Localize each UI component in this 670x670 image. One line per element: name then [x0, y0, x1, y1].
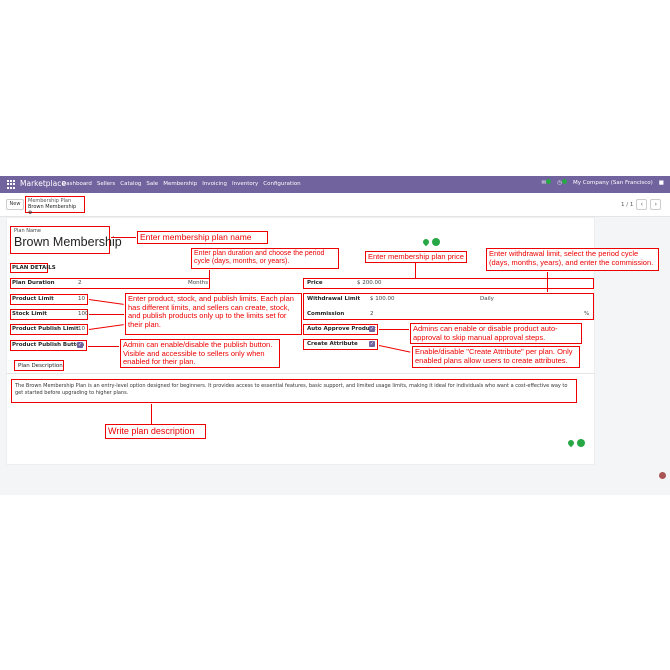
main-nav: Dashboard Sellers Catalog Sale Membershi…	[62, 181, 301, 187]
gear-icon[interactable]: ⚙	[28, 210, 32, 216]
annotation-limits: Enter product, stock, and publish limits…	[125, 293, 302, 335]
annotation-auto-approve: Admins can enable or disable product aut…	[410, 323, 582, 344]
chat-icon[interactable]: ✉	[542, 179, 552, 186]
arrow-auto-approve	[379, 329, 409, 330]
annotation-publish-button: Admin can enable/disable the publish but…	[120, 339, 280, 368]
product-publish-limit-input[interactable]: 10	[78, 326, 85, 332]
stock-limit-input[interactable]: 100	[78, 311, 89, 317]
nav-inventory[interactable]: Inventory	[232, 181, 258, 187]
arrow-publish	[88, 346, 119, 347]
arrow-name	[111, 237, 136, 238]
price-input[interactable]: $ 200.00	[357, 280, 382, 286]
nav-sellers[interactable]: Sellers	[97, 181, 115, 187]
pager: 1 / 1 ‹ ›	[621, 199, 662, 210]
withdrawal-limit-input[interactable]: $ 100.00	[370, 296, 395, 302]
nav-configuration[interactable]: Configuration	[263, 181, 300, 187]
product-publish-button-label: Product Publish Button	[12, 342, 84, 348]
apps-menu-icon[interactable]	[7, 180, 16, 189]
auto-approve-checkbox[interactable]: ✓	[369, 326, 375, 332]
product-publish-limit-label: Product Publish Limit	[12, 326, 79, 332]
price-label: Price	[307, 280, 323, 286]
annotation-description: Write plan description	[105, 424, 206, 439]
create-attribute-label: Create Attribute	[307, 341, 358, 347]
plan-name-input[interactable]: Brown Membership	[14, 235, 122, 249]
withdrawal-period-select[interactable]: Daily	[480, 296, 494, 302]
annotation-duration: Enter plan duration and choose the perio…	[191, 248, 339, 269]
plan-name-label: Plan Name	[14, 228, 41, 234]
chat-bubble-icon-bottom	[577, 439, 585, 447]
create-attribute-checkbox[interactable]: ✓	[369, 341, 375, 347]
annotation-create-attribute: Enable/disable "Create Attribute" per pl…	[412, 346, 580, 368]
annotation-name: Enter membership plan name	[137, 231, 268, 244]
nav-invoicing[interactable]: Invoicing	[202, 181, 227, 187]
tab-separator	[6, 373, 595, 374]
nav-membership[interactable]: Membership	[163, 181, 197, 187]
commission-label: Commission	[307, 311, 345, 317]
breadcrumb-current: Brown Membership	[28, 204, 77, 210]
plan-duration-label: Plan Duration	[12, 280, 55, 286]
new-button[interactable]: New	[6, 199, 24, 210]
product-limit-input[interactable]: 10	[78, 296, 85, 302]
control-panel: New Membership Plan Brown Membership ⚙ 1…	[0, 193, 670, 217]
pager-prev-icon[interactable]: ‹	[636, 199, 648, 210]
app-brand[interactable]: Marketplace	[20, 179, 66, 188]
auto-approve-label: Auto Approve Product	[307, 326, 376, 332]
systray: ✉ ◷ My Company (San Francisco) ■	[542, 179, 664, 186]
withdrawal-limit-label: Withdrawal Limit	[307, 296, 361, 302]
activity-icon[interactable]: ◷	[557, 179, 568, 186]
section-title: PLAN DETAILS	[12, 265, 56, 271]
description-field[interactable]: The Brown Membership Plan is an entry-le…	[11, 379, 577, 403]
pager-next-icon[interactable]: ›	[650, 199, 662, 210]
nav-dashboard[interactable]: Dashboard	[62, 181, 92, 187]
floating-help-icon[interactable]	[659, 472, 666, 479]
arrow-price	[415, 262, 416, 278]
annotation-price: Enter membership plan price	[365, 251, 467, 263]
arrow-withdrawal	[547, 272, 548, 292]
commission-input[interactable]: 2	[370, 311, 374, 317]
plan-duration-input[interactable]: 2	[78, 280, 82, 286]
product-limit-label: Product Limit	[12, 296, 54, 302]
plan-duration-unit-select[interactable]: Months	[188, 280, 208, 286]
arrow-description	[151, 404, 152, 424]
nav-sale[interactable]: Sale	[146, 181, 158, 187]
nav-catalog[interactable]: Catalog	[120, 181, 141, 187]
arrow-duration	[209, 270, 210, 278]
top-navbar: Marketplace Dashboard Sellers Catalog Sa…	[0, 176, 670, 193]
pager-value[interactable]: 1 / 1	[621, 202, 633, 208]
annotation-withdrawal: Enter withdrawal limit, select the perio…	[486, 248, 659, 271]
chat-bubble-icon	[432, 238, 440, 246]
breadcrumb: Membership Plan Brown Membership ⚙	[25, 196, 85, 216]
tab-plan-description[interactable]: Plan Description	[18, 363, 63, 369]
product-publish-button-checkbox[interactable]: ✓	[77, 342, 83, 348]
stock-limit-label: Stock Limit	[12, 311, 47, 317]
commission-unit: %	[584, 311, 590, 317]
company-switcher[interactable]: My Company (San Francisco)	[573, 180, 653, 186]
price-box	[303, 278, 594, 289]
avatar[interactable]: ■	[659, 180, 664, 186]
arrow-limit-2	[89, 314, 124, 315]
